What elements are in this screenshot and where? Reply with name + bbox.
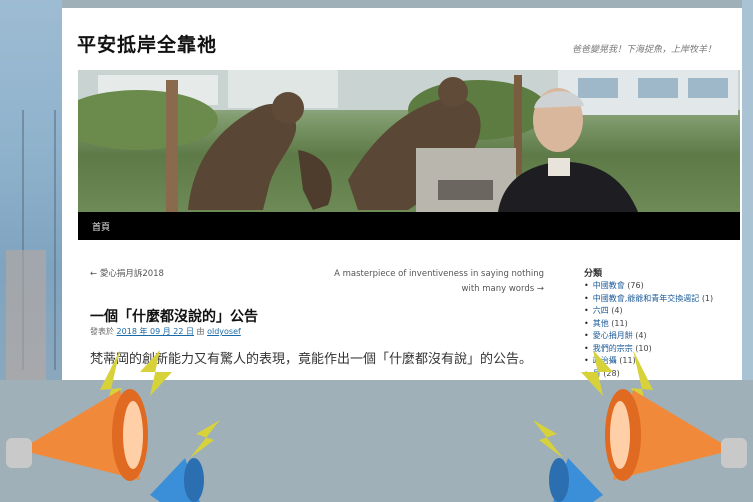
banner-illustration: [78, 70, 740, 212]
main-nav: 首頁: [78, 212, 740, 240]
sidebar-title: 分類: [584, 269, 603, 279]
category-count: (4): [611, 306, 623, 315]
blog-page: 平安抵岸全靠祂 爸爸變晃我！下海捉魚，上岸牧羊！ 首頁 ← 愛心捐月訴2018 …: [62, 8, 742, 380]
nav-home-link[interactable]: 首頁: [92, 220, 110, 233]
megaphone-right-icon: [533, 350, 747, 502]
category-label[interactable]: 六四: [593, 306, 609, 315]
category-label[interactable]: 中國教會,爺爺和青年交換週記: [593, 294, 700, 303]
background-photo-right: [742, 0, 753, 380]
category-label[interactable]: 其他: [593, 319, 609, 328]
category-item[interactable]: • 六四 (4): [584, 305, 713, 318]
lightning-icon: [190, 420, 220, 458]
category-count: (11): [611, 318, 628, 328]
category-item[interactable]: • 中國教會 (76): [584, 280, 713, 293]
previous-post-link[interactable]: ← 愛心捐月訴2018: [90, 267, 164, 279]
site-title[interactable]: 平安抵岸全靠祂: [77, 30, 217, 57]
header-banner-image: [78, 70, 740, 212]
category-count: (1): [701, 293, 714, 303]
category-item[interactable]: • 中國教會,爺爺和青年交換週記 (1): [584, 293, 713, 306]
site-description: 爸爸變晃我！下海捉魚，上岸牧羊！: [571, 45, 716, 55]
category-count: (76): [627, 281, 644, 290]
lightning-icon: [140, 350, 172, 396]
composite-image: 平安抵岸全靠祂 爸爸變晃我！下海捉魚，上岸牧羊！ 首頁 ← 愛心捐月訴2018 …: [0, 0, 753, 502]
category-item[interactable]: • 其他 (11): [584, 318, 713, 331]
next-post-link[interactable]: A masterpiece of inventiveness in saying…: [318, 267, 544, 297]
lightning-icon: [533, 420, 563, 458]
megaphone-left-icon: [6, 350, 220, 502]
lightning-icon: [581, 350, 613, 396]
background-photo-left: [0, 0, 62, 380]
post-title[interactable]: 一個「什麼都沒說的」公告: [90, 306, 258, 326]
category-label[interactable]: 中國教會: [593, 281, 625, 290]
